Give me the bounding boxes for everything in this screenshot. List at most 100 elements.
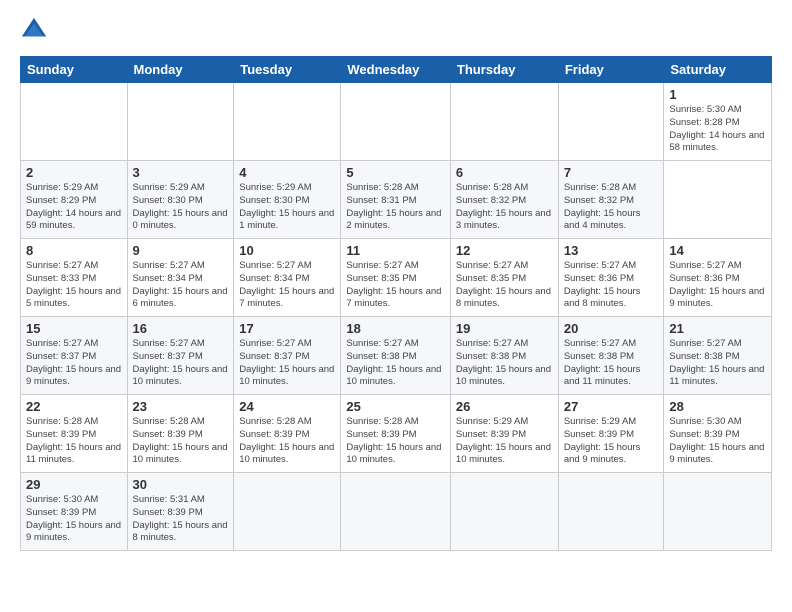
day-detail: Sunrise: 5:27 AMSunset: 8:37 PMDaylight:… [133, 338, 228, 387]
day-number: 1 [669, 87, 766, 102]
calendar-week-row: 22 Sunrise: 5:28 AMSunset: 8:39 PMDayligh… [21, 395, 772, 473]
day-detail: Sunrise: 5:30 AMSunset: 8:39 PMDaylight:… [26, 494, 121, 543]
day-detail: Sunrise: 5:27 AMSunset: 8:38 PMDaylight:… [346, 338, 441, 387]
day-number: 5 [346, 165, 445, 180]
day-detail: Sunrise: 5:30 AMSunset: 8:28 PMDaylight:… [669, 104, 764, 153]
calendar-cell: 1 Sunrise: 5:30 AMSunset: 8:28 PMDaylight… [664, 83, 772, 161]
day-detail: Sunrise: 5:27 AMSunset: 8:36 PMDaylight:… [669, 260, 764, 309]
day-detail: Sunrise: 5:27 AMSunset: 8:38 PMDaylight:… [669, 338, 764, 387]
day-number: 6 [456, 165, 553, 180]
day-number: 22 [26, 399, 122, 414]
day-detail: Sunrise: 5:28 AMSunset: 8:32 PMDaylight:… [456, 182, 551, 231]
day-number: 8 [26, 243, 122, 258]
calendar-cell: 13 Sunrise: 5:27 AMSunset: 8:36 PMDayligh… [558, 239, 664, 317]
day-number: 30 [133, 477, 229, 492]
calendar-cell [558, 83, 664, 161]
calendar-cell [664, 473, 772, 551]
day-detail: Sunrise: 5:28 AMSunset: 8:39 PMDaylight:… [239, 416, 334, 465]
day-number: 18 [346, 321, 445, 336]
day-number: 29 [26, 477, 122, 492]
calendar-cell: 26 Sunrise: 5:29 AMSunset: 8:39 PMDayligh… [450, 395, 558, 473]
day-detail: Sunrise: 5:27 AMSunset: 8:38 PMDaylight:… [564, 338, 641, 387]
calendar-table: SundayMondayTuesdayWednesdayThursdayFrid… [20, 56, 772, 551]
day-number: 16 [133, 321, 229, 336]
day-detail: Sunrise: 5:28 AMSunset: 8:32 PMDaylight:… [564, 182, 641, 231]
day-number: 7 [564, 165, 659, 180]
calendar-cell [341, 83, 451, 161]
day-detail: Sunrise: 5:29 AMSunset: 8:39 PMDaylight:… [456, 416, 551, 465]
calendar-cell [450, 473, 558, 551]
day-number: 15 [26, 321, 122, 336]
day-number: 21 [669, 321, 766, 336]
calendar-week-row: 29 Sunrise: 5:30 AMSunset: 8:39 PMDayligh… [21, 473, 772, 551]
calendar-cell: 21 Sunrise: 5:27 AMSunset: 8:38 PMDayligh… [664, 317, 772, 395]
day-detail: Sunrise: 5:28 AMSunset: 8:39 PMDaylight:… [346, 416, 441, 465]
calendar-week-row: 1 Sunrise: 5:30 AMSunset: 8:28 PMDaylight… [21, 83, 772, 161]
day-number: 17 [239, 321, 335, 336]
calendar-week-row: 8 Sunrise: 5:27 AMSunset: 8:33 PMDaylight… [21, 239, 772, 317]
calendar-cell: 20 Sunrise: 5:27 AMSunset: 8:38 PMDayligh… [558, 317, 664, 395]
logo [20, 16, 52, 44]
day-detail: Sunrise: 5:27 AMSunset: 8:34 PMDaylight:… [239, 260, 334, 309]
day-detail: Sunrise: 5:29 AMSunset: 8:30 PMDaylight:… [239, 182, 334, 231]
calendar-cell: 10 Sunrise: 5:27 AMSunset: 8:34 PMDayligh… [234, 239, 341, 317]
day-detail: Sunrise: 5:27 AMSunset: 8:37 PMDaylight:… [26, 338, 121, 387]
calendar-day-header: Monday [127, 57, 234, 83]
calendar-day-header: Saturday [664, 57, 772, 83]
calendar-cell: 29 Sunrise: 5:30 AMSunset: 8:39 PMDayligh… [21, 473, 128, 551]
day-detail: Sunrise: 5:29 AMSunset: 8:29 PMDaylight:… [26, 182, 121, 231]
header [20, 16, 772, 44]
calendar-cell [234, 83, 341, 161]
day-number: 13 [564, 243, 659, 258]
calendar-cell: 24 Sunrise: 5:28 AMSunset: 8:39 PMDayligh… [234, 395, 341, 473]
calendar-cell: 22Sunrise: 5:28 AMSunset: 8:39 PMDayligh… [21, 395, 128, 473]
day-number: 28 [669, 399, 766, 414]
day-number: 3 [133, 165, 229, 180]
calendar-cell: 9Sunrise: 5:27 AMSunset: 8:34 PMDaylight… [127, 239, 234, 317]
logo-icon [20, 16, 48, 44]
day-number: 25 [346, 399, 445, 414]
calendar-cell: 28 Sunrise: 5:30 AMSunset: 8:39 PMDayligh… [664, 395, 772, 473]
calendar-cell: 25 Sunrise: 5:28 AMSunset: 8:39 PMDayligh… [341, 395, 451, 473]
day-number: 23 [133, 399, 229, 414]
calendar-header-row: SundayMondayTuesdayWednesdayThursdayFrid… [21, 57, 772, 83]
day-number: 12 [456, 243, 553, 258]
day-detail: Sunrise: 5:27 AMSunset: 8:33 PMDaylight:… [26, 260, 121, 309]
day-number: 20 [564, 321, 659, 336]
calendar-cell: 14Sunrise: 5:27 AMSunset: 8:36 PMDayligh… [664, 239, 772, 317]
day-number: 27 [564, 399, 659, 414]
calendar-cell: 5 Sunrise: 5:28 AMSunset: 8:31 PMDaylight… [341, 161, 451, 239]
calendar-cell [21, 83, 128, 161]
calendar-day-header: Tuesday [234, 57, 341, 83]
day-number: 10 [239, 243, 335, 258]
day-number: 26 [456, 399, 553, 414]
calendar-cell: 11 Sunrise: 5:27 AMSunset: 8:35 PMDayligh… [341, 239, 451, 317]
page: SundayMondayTuesdayWednesdayThursdayFrid… [0, 0, 792, 612]
calendar-cell: 6 Sunrise: 5:28 AMSunset: 8:32 PMDaylight… [450, 161, 558, 239]
day-detail: Sunrise: 5:30 AMSunset: 8:39 PMDaylight:… [669, 416, 764, 465]
calendar-cell [558, 473, 664, 551]
day-detail: Sunrise: 5:27 AMSunset: 8:36 PMDaylight:… [564, 260, 641, 309]
day-detail: Sunrise: 5:28 AMSunset: 8:31 PMDaylight:… [346, 182, 441, 231]
day-number: 19 [456, 321, 553, 336]
calendar-cell: 17Sunrise: 5:27 AMSunset: 8:37 PMDayligh… [234, 317, 341, 395]
calendar-day-header: Friday [558, 57, 664, 83]
day-detail: Sunrise: 5:31 AMSunset: 8:39 PMDaylight:… [133, 494, 228, 543]
calendar-cell: 30 Sunrise: 5:31 AMSunset: 8:39 PMDayligh… [127, 473, 234, 551]
day-detail: Sunrise: 5:27 AMSunset: 8:35 PMDaylight:… [346, 260, 441, 309]
calendar-cell: 15 Sunrise: 5:27 AMSunset: 8:37 PMDayligh… [21, 317, 128, 395]
calendar-cell: 2Sunrise: 5:29 AMSunset: 8:29 PMDaylight… [21, 161, 128, 239]
day-detail: Sunrise: 5:27 AMSunset: 8:35 PMDaylight:… [456, 260, 551, 309]
calendar-cell: 19Sunrise: 5:27 AMSunset: 8:38 PMDayligh… [450, 317, 558, 395]
calendar-cell: 4Sunrise: 5:29 AMSunset: 8:30 PMDaylight… [234, 161, 341, 239]
day-number: 11 [346, 243, 445, 258]
day-number: 24 [239, 399, 335, 414]
calendar-cell: 27Sunrise: 5:29 AMSunset: 8:39 PMDayligh… [558, 395, 664, 473]
calendar-day-header: Sunday [21, 57, 128, 83]
calendar-week-row: 2Sunrise: 5:29 AMSunset: 8:29 PMDaylight… [21, 161, 772, 239]
calendar-cell [450, 83, 558, 161]
calendar-cell: 12 Sunrise: 5:27 AMSunset: 8:35 PMDayligh… [450, 239, 558, 317]
calendar-cell: 7 Sunrise: 5:28 AMSunset: 8:32 PMDaylight… [558, 161, 664, 239]
day-number: 9 [133, 243, 229, 258]
calendar-cell: 23Sunrise: 5:28 AMSunset: 8:39 PMDayligh… [127, 395, 234, 473]
